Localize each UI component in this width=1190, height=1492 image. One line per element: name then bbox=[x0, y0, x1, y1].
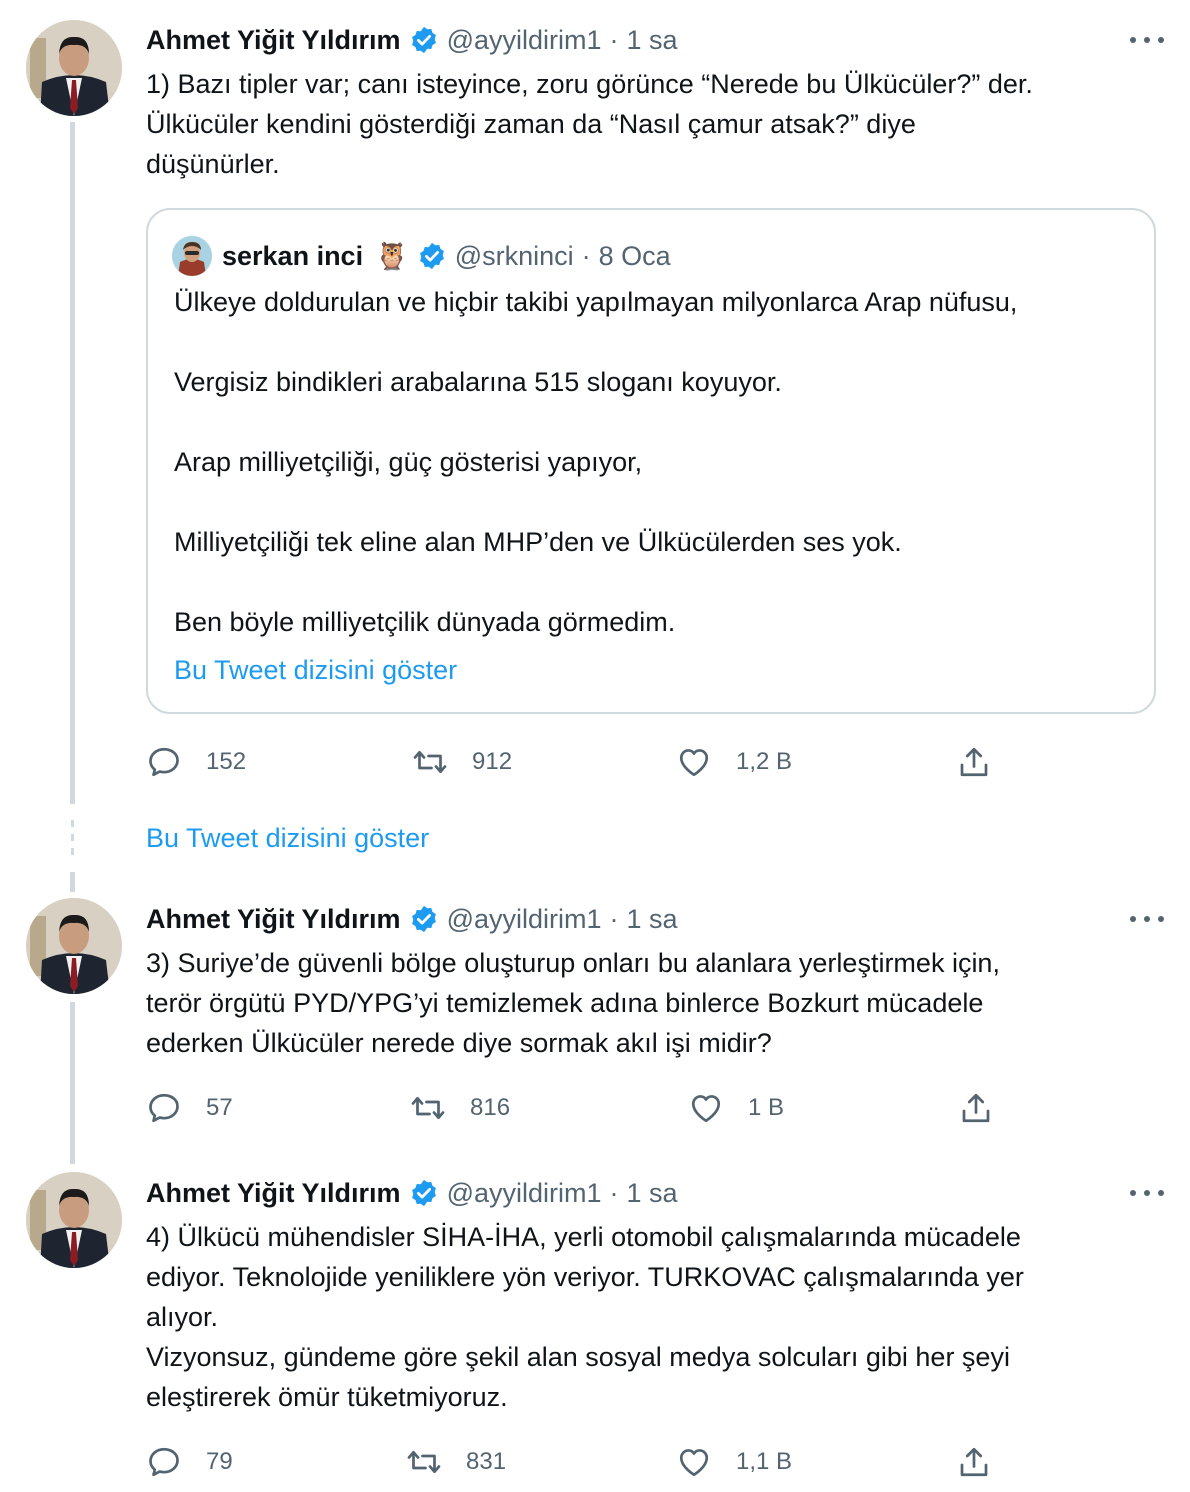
like-count: 1 B bbox=[748, 1094, 785, 1121]
retweet-button[interactable]: 912 bbox=[412, 742, 512, 782]
quoted-paragraph: Milliyetçiliği tek eline alan MHP’den ve… bbox=[174, 527, 902, 557]
more-icon[interactable] bbox=[1130, 909, 1164, 929]
tweet-text: 3) Suriye’de güvenli bölge oluşturup onl… bbox=[146, 943, 1156, 1063]
share-icon bbox=[960, 1447, 988, 1477]
timestamp[interactable]: 1 sa bbox=[627, 1178, 678, 1209]
separator: · bbox=[609, 903, 619, 934]
quoted-paragraph: Arap milliyetçiliği, güç gösterisi yapıy… bbox=[174, 447, 643, 477]
separator: · bbox=[609, 24, 619, 55]
more-icon[interactable] bbox=[1130, 1183, 1164, 1203]
owl-emoji: 🦉 bbox=[375, 241, 409, 271]
quoted-tweet[interactable]: serkan inci 🦉 @srkninci · 8 Oca Ülkeye d… bbox=[146, 208, 1156, 714]
like-count: 1,1 B bbox=[736, 1448, 793, 1475]
reply-icon bbox=[149, 1093, 179, 1123]
tweet[interactable]: Ahmet Yiğit Yıldırım @ayyildirim1 · 1 sa… bbox=[0, 0, 1190, 800]
retweet-icon bbox=[407, 1450, 441, 1474]
share-button[interactable] bbox=[956, 1442, 1016, 1482]
reply-count: 152 bbox=[206, 748, 247, 775]
retweet-button[interactable]: 831 bbox=[406, 1442, 506, 1482]
like-icon bbox=[691, 1095, 721, 1123]
tweet-text-line: terör örgütü PYD/YPG’yi temizlemek adına… bbox=[146, 988, 984, 1018]
author-handle[interactable]: @ayyildirim1 bbox=[447, 1178, 602, 1209]
avatar[interactable] bbox=[26, 1172, 122, 1268]
show-thread-link[interactable]: Bu Tweet dizisini göster bbox=[146, 818, 429, 858]
tweet-text-line: 1) Bazı tipler var; canı isteyince, zoru… bbox=[146, 69, 1033, 99]
tweet[interactable]: Ahmet Yiğit Yıldırım @ayyildirim1 · 1 sa… bbox=[0, 1154, 1190, 1492]
tweet-text-line: ederken Ülkücüler nerede diye sormak akı… bbox=[146, 1028, 772, 1058]
timestamp[interactable]: 1 sa bbox=[627, 25, 678, 56]
tweet-text: 4) Ülkücü mühendisler SİHA-İHA, yerli ot… bbox=[146, 1217, 1156, 1417]
quoted-avatar[interactable] bbox=[172, 236, 212, 276]
retweet-count: 831 bbox=[466, 1448, 507, 1475]
retweet-icon bbox=[411, 1096, 445, 1120]
like-count: 1,2 B bbox=[736, 748, 793, 775]
share-button[interactable] bbox=[956, 742, 1016, 782]
reply-icon bbox=[149, 747, 179, 777]
avatar[interactable] bbox=[26, 20, 122, 116]
tweet-text-line: düşünürler. bbox=[146, 149, 280, 179]
reply-count: 57 bbox=[206, 1094, 233, 1121]
like-button[interactable]: 1,2 B bbox=[676, 742, 792, 782]
quoted-text: Ülkeye doldurulan ve hiçbir takibi yapıl… bbox=[174, 282, 1134, 682]
tweet-text-line: ediyor. Teknolojide yeniliklere yön veri… bbox=[146, 1262, 1024, 1292]
tweet-header: Ahmet Yiğit Yıldırım @ayyildirim1 · 1 sa bbox=[146, 20, 678, 60]
reply-button[interactable]: 152 bbox=[146, 742, 246, 782]
reply-count: 79 bbox=[206, 1448, 233, 1475]
tweet-actions: 57 816 1 B bbox=[146, 1088, 1006, 1128]
retweet-button[interactable]: 816 bbox=[410, 1088, 510, 1128]
more-icon[interactable] bbox=[1130, 30, 1164, 50]
reply-icon bbox=[149, 1447, 179, 1477]
retweet-icon bbox=[413, 750, 447, 774]
share-button[interactable] bbox=[958, 1088, 1018, 1128]
quoted-show-thread-link[interactable]: Bu Tweet dizisini göster bbox=[174, 650, 457, 690]
tweet[interactable]: Ahmet Yiğit Yıldırım @ayyildirim1 · 1 sa… bbox=[0, 880, 1190, 1150]
tweet-text-line: 4) Ülkücü mühendisler SİHA-İHA, yerli ot… bbox=[146, 1222, 1021, 1252]
reply-button[interactable]: 57 bbox=[146, 1088, 233, 1128]
quoted-handle[interactable]: @srkninci bbox=[455, 241, 574, 272]
quoted-timestamp[interactable]: 8 Oca bbox=[599, 241, 671, 272]
verified-badge-icon bbox=[417, 241, 447, 271]
tweet-actions: 152 912 1,2 B bbox=[146, 742, 1006, 782]
quoted-author-name[interactable]: serkan inci bbox=[222, 241, 363, 272]
share-icon bbox=[960, 747, 988, 777]
quoted-paragraph: Ülkeye doldurulan ve hiçbir takibi yapıl… bbox=[174, 287, 1018, 317]
tweet-actions: 79 831 1,1 B bbox=[146, 1442, 1006, 1482]
tweet-header: Ahmet Yiğit Yıldırım @ayyildirim1 · 1 sa bbox=[146, 899, 678, 939]
like-icon bbox=[679, 1449, 709, 1477]
separator: · bbox=[609, 1177, 619, 1208]
tweet-text-line: alıyor. bbox=[146, 1302, 219, 1332]
retweet-count: 912 bbox=[472, 748, 513, 775]
author-handle[interactable]: @ayyildirim1 bbox=[447, 904, 602, 935]
author-name[interactable]: Ahmet Yiğit Yıldırım bbox=[146, 25, 401, 56]
tweet-text-line: eleştirerek ömür tüketmiyoruz. bbox=[146, 1382, 508, 1412]
author-name[interactable]: Ahmet Yiğit Yıldırım bbox=[146, 1178, 401, 1209]
quoted-paragraph: Vergisiz bindikleri arabalarına 515 slog… bbox=[174, 367, 782, 397]
reply-button[interactable]: 79 bbox=[146, 1442, 233, 1482]
like-button[interactable]: 1,1 B bbox=[676, 1442, 792, 1482]
share-icon bbox=[962, 1093, 990, 1123]
quoted-paragraph: Ben böyle milliyetçilik dünyada görmedim… bbox=[174, 607, 676, 637]
author-name[interactable]: Ahmet Yiğit Yıldırım bbox=[146, 904, 401, 935]
like-icon bbox=[679, 749, 709, 777]
like-button[interactable]: 1 B bbox=[688, 1088, 784, 1128]
tweet-header: Ahmet Yiğit Yıldırım @ayyildirim1 · 1 sa bbox=[146, 1173, 678, 1213]
verified-badge-icon bbox=[409, 904, 439, 934]
tweet-text-line: Vizyonsuz, gündeme göre şekil alan sosya… bbox=[146, 1342, 1010, 1372]
separator: · bbox=[581, 240, 591, 271]
avatar[interactable] bbox=[26, 898, 122, 994]
tweet-text-line: 3) Suriye’de güvenli bölge oluşturup onl… bbox=[146, 948, 1000, 978]
timestamp[interactable]: 1 sa bbox=[627, 904, 678, 935]
tweet-text: 1) Bazı tipler var; canı isteyince, zoru… bbox=[146, 64, 1156, 184]
verified-badge-icon bbox=[409, 1178, 439, 1208]
verified-badge-icon bbox=[409, 25, 439, 55]
retweet-count: 816 bbox=[470, 1094, 511, 1121]
tweet-text-line: Ülkücüler kendini gösterdiği zaman da “N… bbox=[146, 109, 916, 139]
author-handle[interactable]: @ayyildirim1 bbox=[447, 25, 602, 56]
quoted-header: serkan inci 🦉 @srkninci · 8 Oca bbox=[222, 236, 671, 276]
